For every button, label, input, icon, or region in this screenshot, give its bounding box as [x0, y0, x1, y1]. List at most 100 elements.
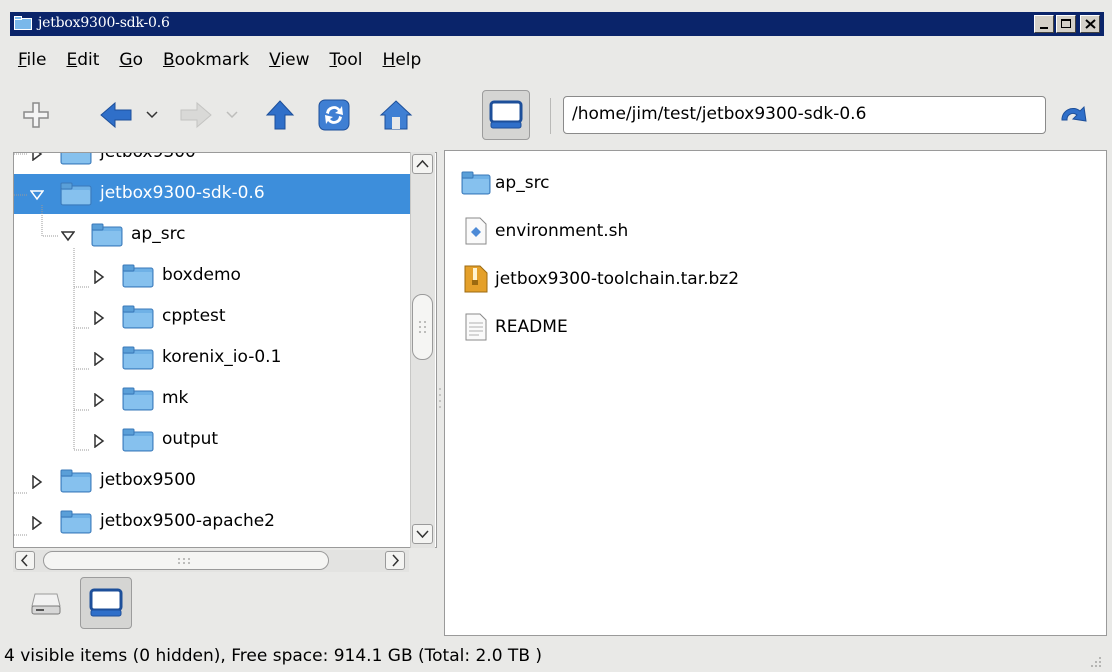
- chevron-down-icon: [416, 530, 429, 539]
- menu-bookmark-label: ookmark: [174, 50, 250, 70]
- file-item[interactable]: jetbox9300-toolchain.tar.bz2: [461, 261, 739, 297]
- tree-vertical-scrollbar[interactable]: [410, 152, 435, 548]
- folder-tree: jetbox9300 jetbox9300-sdk-0.6 ap_src boxdem…: [13, 152, 437, 548]
- menu-bookmark-mnemonic: B: [162, 50, 175, 70]
- minimize-button[interactable]: [1034, 15, 1054, 33]
- new-tab-button[interactable]: [18, 92, 54, 138]
- scroll-up-button[interactable]: [412, 154, 433, 174]
- tree-item-label: output: [162, 429, 219, 449]
- home-icon: [379, 100, 413, 130]
- computer-icon: [89, 588, 123, 617]
- chevron-up-icon: [416, 159, 429, 168]
- tree-item-label: cpptest: [162, 306, 226, 326]
- menu-view-mnemonic: V: [269, 50, 281, 70]
- chevron-right-icon: [392, 554, 400, 567]
- grip-icon: [419, 321, 426, 333]
- close-button[interactable]: [1080, 15, 1100, 33]
- up-icon: [265, 100, 295, 130]
- scroll-right-button[interactable]: [385, 551, 405, 570]
- file-name: jetbox9300-toolchain.tar.bz2: [495, 269, 740, 289]
- menu-tool[interactable]: Tool: [321, 50, 374, 76]
- menu-edit[interactable]: Edit: [58, 50, 111, 76]
- back-button[interactable]: [96, 92, 136, 138]
- computer-button[interactable]: [80, 577, 132, 629]
- menu-help-label: elp: [395, 50, 422, 70]
- go-icon: [1061, 105, 1087, 122]
- tree-horizontal-scrollbar[interactable]: [13, 550, 409, 572]
- forward-history-button[interactable]: [222, 92, 242, 138]
- scroll-thumb[interactable]: [43, 551, 329, 570]
- menu-tool-label: ool: [336, 50, 363, 70]
- maximize-button[interactable]: [1056, 15, 1076, 33]
- window-controls: [1034, 15, 1100, 33]
- menu-go-label: o: [132, 50, 143, 70]
- drive-button[interactable]: [20, 577, 72, 629]
- forward-icon: [180, 101, 212, 129]
- text-file-icon: [461, 312, 491, 342]
- file-name: README: [495, 317, 568, 337]
- menu-file[interactable]: File: [10, 50, 58, 76]
- file-list: ap_src environment.sh jetbox9300-toolcha…: [444, 150, 1107, 636]
- scroll-thumb[interactable]: [412, 294, 433, 360]
- address-bar[interactable]: [563, 96, 1046, 134]
- go-button[interactable]: [1056, 98, 1092, 134]
- home-button[interactable]: [376, 92, 416, 138]
- menu-go[interactable]: Go: [111, 50, 155, 76]
- reload-button[interactable]: [314, 92, 354, 138]
- menu-go-mnemonic: G: [119, 50, 133, 70]
- resize-grip-icon[interactable]: [1088, 654, 1102, 668]
- computer-button[interactable]: [482, 90, 530, 140]
- location-input[interactable]: [564, 97, 1042, 131]
- new-tab-icon: [23, 102, 49, 128]
- status-text: 4 visible items (0 hidden), Free space: …: [4, 646, 543, 666]
- toolbar-separator: [550, 98, 551, 134]
- menu-tool-mnemonic: T: [329, 50, 337, 70]
- folder-icon: [14, 16, 32, 30]
- file-name: ap_src: [495, 173, 550, 193]
- tree-item-label: mk: [162, 388, 189, 408]
- back-history-button[interactable]: [142, 92, 162, 138]
- menu-view-label: iew: [280, 50, 310, 70]
- close-icon: [1085, 19, 1096, 29]
- pane-splitter[interactable]: [437, 380, 443, 420]
- maximize-icon: [1061, 19, 1071, 28]
- archive-icon: [461, 264, 491, 294]
- chevron-left-icon: [20, 554, 28, 567]
- file-item[interactable]: environment.sh: [461, 213, 628, 249]
- scroll-left-button[interactable]: [15, 551, 35, 570]
- menu-view[interactable]: View: [261, 50, 321, 76]
- grip-icon: [178, 558, 190, 564]
- file-item[interactable]: ap_src: [461, 165, 550, 201]
- menu-help-mnemonic: H: [382, 50, 396, 70]
- tree-item-label: korenix_io-0.1: [162, 347, 282, 367]
- grip-icon: [439, 388, 441, 408]
- menu-bookmark[interactable]: Bookmark: [155, 50, 261, 76]
- tree-connector-lines: [14, 153, 134, 547]
- window-title: jetbox9300-sdk-0.6: [38, 15, 170, 31]
- computer-icon: [489, 100, 523, 129]
- script-icon: [461, 216, 491, 246]
- reload-icon: [318, 99, 350, 131]
- menu-file-mnemonic: F: [18, 50, 27, 70]
- drive-icon: [31, 593, 61, 615]
- status-bar: 4 visible items (0 hidden), Free space: …: [0, 640, 1110, 672]
- menu-edit-mnemonic: E: [66, 50, 78, 70]
- minimize-icon: [1040, 27, 1048, 29]
- file-manager-window: jetbox9300-sdk-0.6 File Edit Go Bookmark…: [0, 0, 1110, 672]
- up-button[interactable]: [262, 92, 298, 138]
- menu-help[interactable]: Help: [375, 50, 434, 76]
- chevron-down-icon: [146, 111, 158, 119]
- side-pane-selector: [10, 574, 434, 634]
- folder-icon: [461, 168, 491, 198]
- tree-item-label: ap_src: [131, 224, 186, 244]
- file-name: environment.sh: [495, 221, 629, 241]
- tree-item-label: boxdemo: [162, 265, 241, 285]
- menu-edit-label: dit: [77, 50, 100, 70]
- menu-bar: File Edit Go Bookmark View Tool Help: [10, 50, 433, 76]
- file-item[interactable]: README: [461, 309, 568, 345]
- forward-button[interactable]: [176, 92, 216, 138]
- scroll-down-button[interactable]: [412, 524, 433, 544]
- back-icon: [100, 101, 132, 129]
- title-bar[interactable]: jetbox9300-sdk-0.6: [10, 12, 1104, 36]
- menu-file-label: ile: [26, 50, 47, 70]
